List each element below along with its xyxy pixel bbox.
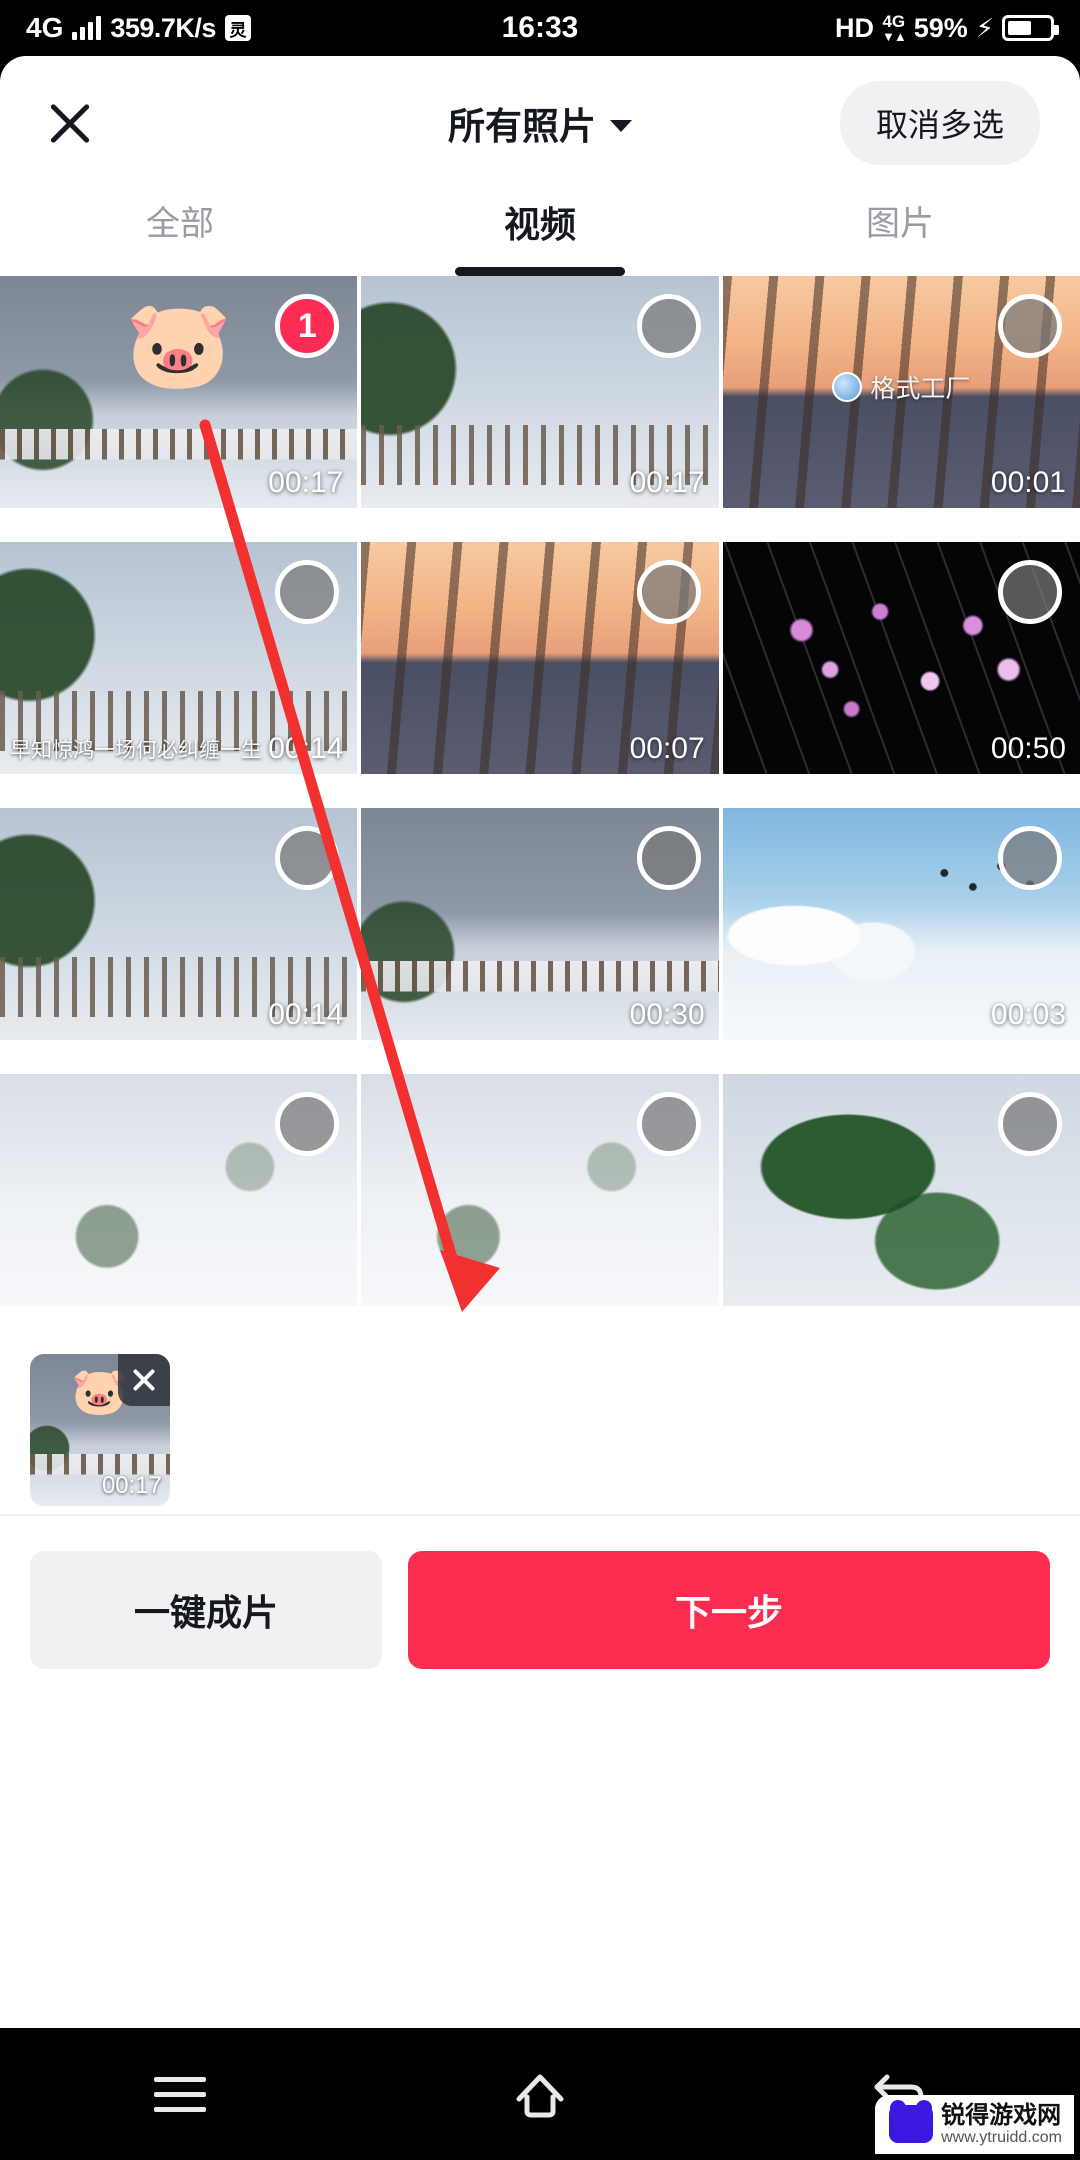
video-duration-label: 00:17	[268, 466, 344, 499]
tab-image-label: 图片	[866, 205, 934, 243]
album-title: 所有照片	[448, 106, 596, 147]
media-type-tabs: 全部 视频 图片	[0, 190, 1080, 276]
selected-media-strip: 🐷 00:17	[0, 1336, 1080, 1514]
video-duration-label: 00:50	[990, 732, 1066, 765]
media-grid-item[interactable]: 00:50	[722, 542, 1080, 774]
tab-all[interactable]: 全部	[0, 190, 360, 276]
next-step-button[interactable]: 下一步	[408, 1551, 1050, 1669]
picker-header: 所有照片 取消多选	[0, 56, 1080, 190]
action-bar: 一键成片 下一步	[0, 1514, 1080, 1704]
clip-duration-label: 00:17	[101, 1472, 162, 1499]
media-grid-item[interactable]: 00:30	[361, 808, 719, 1040]
selection-circle[interactable]	[636, 1092, 701, 1156]
selection-circle[interactable]	[636, 826, 701, 890]
media-grid-item[interactable]	[722, 1074, 1080, 1306]
video-duration-label: 00:17	[629, 466, 705, 499]
selection-circle[interactable]	[275, 560, 340, 624]
selection-circle[interactable]	[275, 1092, 340, 1156]
network-type-label: 4G	[26, 12, 64, 43]
status-bar: 4G 359.7K/s 灵 16:33 HD 4G ▼▲ 59% ⚡	[0, 0, 1080, 56]
charging-bolt-icon: ⚡	[975, 12, 994, 43]
status-bar-left: 4G 359.7K/s 灵	[26, 12, 251, 44]
selection-circle[interactable]	[998, 294, 1062, 358]
media-grid-item[interactable]: 00:03	[722, 808, 1080, 1040]
selection-circle[interactable]	[998, 560, 1062, 624]
volte-label: 4G	[882, 12, 906, 31]
signal-bars-icon	[72, 16, 102, 40]
tab-indicator	[455, 267, 625, 276]
media-grid-item[interactable]: 🐷 1 00:17	[0, 276, 358, 508]
chevron-down-icon	[610, 120, 632, 132]
site-name: 锐得游戏网	[941, 2101, 1062, 2129]
video-duration-label: 00:14	[268, 998, 344, 1031]
auto-create-button[interactable]: 一键成片	[30, 1551, 382, 1669]
selection-circle[interactable]	[998, 1092, 1062, 1156]
menu-icon[interactable]	[145, 2059, 215, 2129]
tab-video-label: 视频	[503, 204, 576, 245]
tab-video[interactable]: 视频	[360, 190, 720, 276]
battery-percent-label: 59%	[913, 12, 968, 43]
video-duration-label: 00:14	[268, 732, 344, 765]
format-factory-watermark: 格式工厂	[832, 369, 970, 405]
video-duration-label: 00:07	[629, 732, 705, 765]
selection-circle[interactable]	[275, 826, 340, 890]
net-speed-label: 359.7K/s	[110, 12, 216, 43]
tab-all-label: 全部	[146, 205, 214, 243]
video-duration-label: 00:30	[629, 998, 705, 1031]
media-grid-item[interactable]	[0, 1074, 358, 1306]
battery-icon	[1002, 15, 1059, 41]
pig-face-icon: 🐷	[125, 297, 233, 393]
media-grid-item[interactable]: 早知惊鸿一场何必纠缠一生 00:14	[0, 542, 358, 774]
thumbnail-caption: 早知惊鸿一场何必纠缠一生	[10, 739, 262, 762]
selection-circle[interactable]	[636, 294, 701, 358]
media-grid-item[interactable]: 00:17	[361, 276, 719, 508]
tab-image[interactable]: 图片	[720, 190, 1080, 276]
remove-clip-button[interactable]	[118, 1354, 170, 1406]
home-icon[interactable]	[505, 2059, 575, 2129]
watermark-label: 格式工厂	[870, 375, 971, 404]
media-grid-item[interactable]: 00:07	[361, 542, 719, 774]
selection-badge-selected[interactable]: 1	[275, 294, 340, 358]
selection-circle[interactable]	[636, 560, 701, 624]
media-grid: 🐷 1 00:17 00:17 格式工厂 00:01 早知惊鸿一场何必纠缠一生 00:14 00…	[0, 276, 1080, 1336]
video-duration-label: 00:01	[990, 466, 1066, 499]
media-grid-item[interactable]	[361, 1074, 719, 1306]
media-picker-sheet: 所有照片 取消多选 全部 视频 图片 🐷 1 00:17 00:17 格式工厂 00:01…	[0, 56, 1080, 2028]
status-bar-right: HD 4G ▼▲ 59% ⚡	[834, 12, 1059, 44]
site-watermark: 锐得游戏网 www.ytruidd.com	[875, 2094, 1074, 2154]
globe-icon	[832, 372, 863, 403]
media-grid-item[interactable]: 格式工厂 00:01	[722, 276, 1080, 508]
volte-icon: 4G ▼▲	[881, 12, 907, 44]
album-selector[interactable]: 所有照片	[0, 96, 1080, 150]
vpn-badge-icon: 灵	[224, 15, 251, 41]
selected-clip-chip[interactable]: 🐷 00:17	[30, 1354, 170, 1506]
video-duration-label: 00:03	[990, 998, 1066, 1031]
site-url: www.ytruidd.com	[941, 2128, 1062, 2146]
selection-circle[interactable]	[998, 826, 1062, 890]
hd-label: HD	[834, 12, 874, 43]
close-icon	[130, 1366, 158, 1394]
media-grid-item[interactable]: 00:14	[0, 808, 358, 1040]
gamepad-icon	[889, 2105, 934, 2144]
